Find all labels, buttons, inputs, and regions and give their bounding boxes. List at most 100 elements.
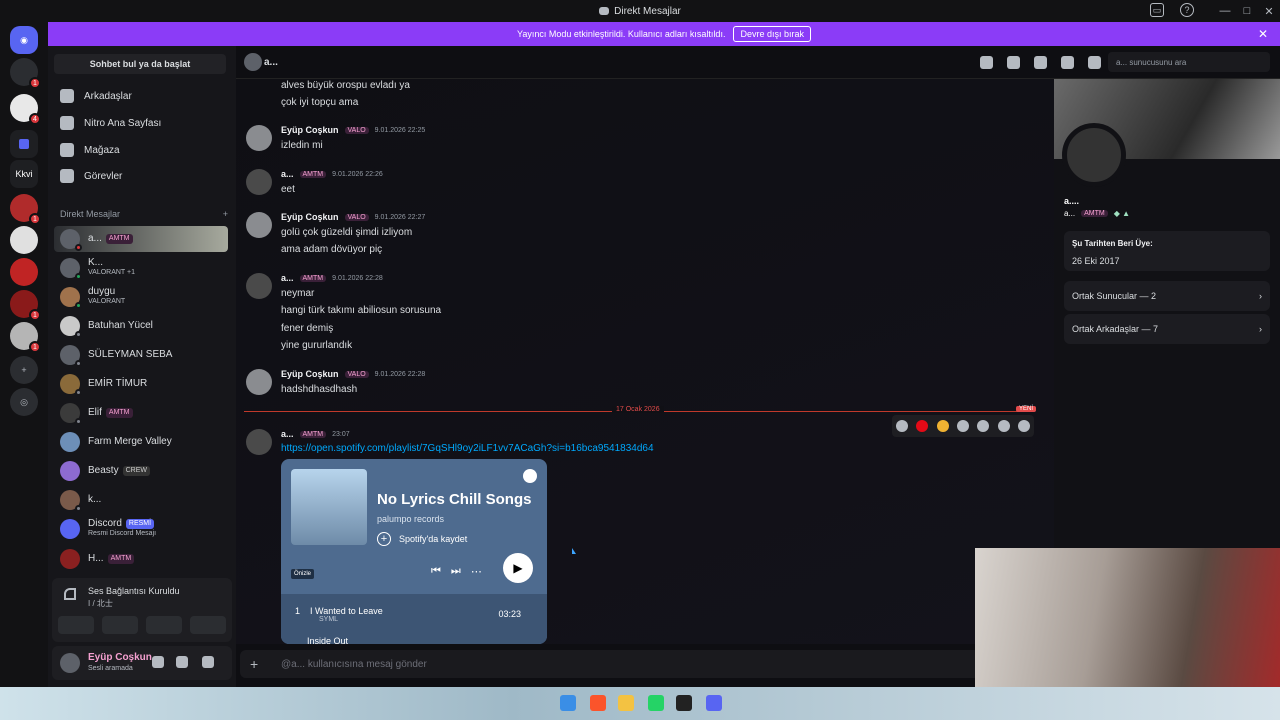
save-on-spotify-button[interactable]: + Spotify'da kaydet: [377, 532, 467, 546]
message-text: golü çok güzeldi şimdi izliyom: [281, 227, 413, 238]
add-friends-icon[interactable]: [1061, 56, 1074, 69]
search-input[interactable]: a... sunucusunu ara: [1108, 52, 1270, 72]
server-icon[interactable]: [10, 258, 38, 286]
voice-channel[interactable]: I / 北士: [88, 598, 113, 609]
folder-icon[interactable]: [10, 130, 38, 158]
reaction-emoji-icon[interactable]: [936, 420, 949, 432]
forward-icon[interactable]: [997, 420, 1010, 432]
pin-icon[interactable]: [1034, 56, 1047, 69]
add-reaction-icon[interactable]: [956, 420, 969, 432]
dm-item[interactable]: EMİR TİMUR: [54, 371, 228, 397]
avatar[interactable]: [246, 169, 272, 195]
dm-item[interactable]: Beasty CREW: [54, 458, 228, 484]
playlist-title[interactable]: No Lyrics Chill Songs: [377, 491, 531, 508]
nav-quests[interactable]: Görevler: [54, 164, 228, 188]
play-button[interactable]: ▶: [503, 553, 533, 583]
attach-plus-icon[interactable]: +: [250, 656, 270, 672]
microphone-icon[interactable]: [152, 656, 164, 668]
headphones-icon[interactable]: [176, 656, 188, 668]
dm-item[interactable]: Batuhan Yücel: [54, 313, 228, 339]
reaction-eyes-icon[interactable]: [896, 420, 909, 432]
server-icon[interactable]: 1: [10, 322, 41, 353]
notification-badge: 1: [29, 77, 41, 89]
activities-button[interactable]: [146, 616, 182, 634]
find-conversation-button[interactable]: Sohbet bul ya da başlat: [54, 54, 226, 74]
spotify-icon[interactable]: [523, 469, 537, 483]
new-dm-icon[interactable]: +: [223, 209, 228, 219]
message-input[interactable]: + @a... kullanıcısına mesaj gönder: [240, 650, 980, 678]
whatsapp-icon[interactable]: [648, 695, 664, 711]
maximize-button[interactable]: □: [1236, 5, 1258, 17]
playlist-owner[interactable]: palumpo records: [377, 514, 444, 524]
message-author[interactable]: a...: [281, 169, 294, 179]
reaction-flag-icon[interactable]: [916, 420, 929, 432]
reply-icon[interactable]: [977, 420, 990, 432]
avatar[interactable]: [246, 429, 272, 455]
inbox-icon[interactable]: ▭: [1150, 3, 1164, 17]
brave-icon[interactable]: [590, 695, 606, 711]
dm-item[interactable]: SÜLEYMAN SEBA: [54, 342, 228, 368]
add-server-icon[interactable]: +: [10, 356, 38, 384]
dm-status: VALORANT +1: [88, 269, 136, 276]
mutual-friends[interactable]: Ortak Arkadaşlar — 7 ›: [1064, 314, 1270, 344]
screen-share-button[interactable]: [102, 616, 138, 634]
track-row[interactable]: Inside Out: [307, 636, 348, 644]
close-window-button[interactable]: ✕: [1258, 5, 1280, 18]
chat-title[interactable]: a...: [264, 57, 278, 68]
start-icon[interactable]: [560, 695, 576, 711]
dm-item[interactable]: Discord RESMİ Resmi Discord Mesajı: [54, 516, 228, 542]
minimize-button[interactable]: —: [1214, 5, 1236, 17]
avatar[interactable]: [246, 125, 272, 151]
next-icon[interactable]: ⏭: [451, 565, 461, 578]
track-row[interactable]: 1 I Wanted to Leave SYML: [295, 606, 383, 623]
dm-item[interactable]: Elif AMTM: [54, 400, 228, 426]
avatar[interactable]: [60, 653, 80, 673]
avatar[interactable]: [246, 212, 272, 238]
more-icon[interactable]: [1017, 420, 1030, 432]
dm-item[interactable]: a... AMTM: [54, 226, 228, 252]
soundboard-button[interactable]: [190, 616, 226, 634]
user-profile-icon[interactable]: [1088, 56, 1101, 69]
message-author[interactable]: a...: [281, 429, 294, 439]
home-button[interactable]: ◉: [10, 26, 38, 54]
avatar[interactable]: [246, 273, 272, 299]
spotify-link[interactable]: https://open.spotify.com/playlist/7GqSHl…: [281, 443, 654, 454]
playlist-cover[interactable]: [291, 469, 367, 545]
app-icon[interactable]: [676, 695, 692, 711]
dm-item[interactable]: Farm Merge Valley: [54, 429, 228, 455]
nav-nitro[interactable]: Nitro Ana Sayfası: [54, 111, 228, 135]
disable-streamer-mode-button[interactable]: Devre dışı bırak: [733, 26, 811, 42]
mutual-servers[interactable]: Ortak Sunucular — 2 ›: [1064, 281, 1270, 311]
settings-gear-icon[interactable]: [202, 656, 214, 668]
dm-item[interactable]: k...: [54, 487, 228, 513]
camera-off-button[interactable]: [58, 616, 94, 634]
server-icon[interactable]: 1: [10, 58, 41, 89]
nav-shop[interactable]: Mağaza: [54, 138, 228, 162]
discover-icon[interactable]: ◎: [10, 388, 38, 416]
voice-call-icon[interactable]: [980, 56, 993, 69]
dm-item[interactable]: H... AMTM: [54, 546, 228, 572]
more-icon[interactable]: ⋯: [471, 565, 482, 578]
video-call-icon[interactable]: [1007, 56, 1020, 69]
nav-friends[interactable]: Arkadaşlar: [54, 84, 228, 108]
message-author[interactable]: Eyüp Coşkun: [281, 212, 339, 222]
close-icon[interactable]: ✕: [1258, 27, 1268, 41]
server-icon[interactable]: Kkvi: [10, 160, 38, 188]
message-author[interactable]: a...: [281, 273, 294, 283]
dm-item[interactable]: K... VALORANT +1: [54, 255, 228, 281]
server-icon[interactable]: 4: [10, 94, 41, 125]
folder-icon[interactable]: [618, 695, 634, 711]
help-icon[interactable]: ?: [1180, 3, 1194, 17]
dm-name: Discord: [88, 518, 122, 529]
server-icon[interactable]: [10, 226, 38, 254]
message-author[interactable]: Eyüp Coşkun: [281, 369, 339, 379]
discord-taskbar-icon[interactable]: [706, 695, 722, 711]
server-icon[interactable]: 1: [10, 194, 41, 225]
message-author[interactable]: Eyüp Coşkun: [281, 125, 339, 135]
avatar[interactable]: [246, 369, 272, 395]
previous-icon[interactable]: ⏮: [431, 565, 441, 578]
divider-date: 17 Ocak 2026: [612, 406, 664, 413]
avatar[interactable]: [1062, 123, 1126, 187]
dm-item[interactable]: duygu VALORANT: [54, 284, 228, 310]
server-icon[interactable]: 1: [10, 290, 41, 321]
